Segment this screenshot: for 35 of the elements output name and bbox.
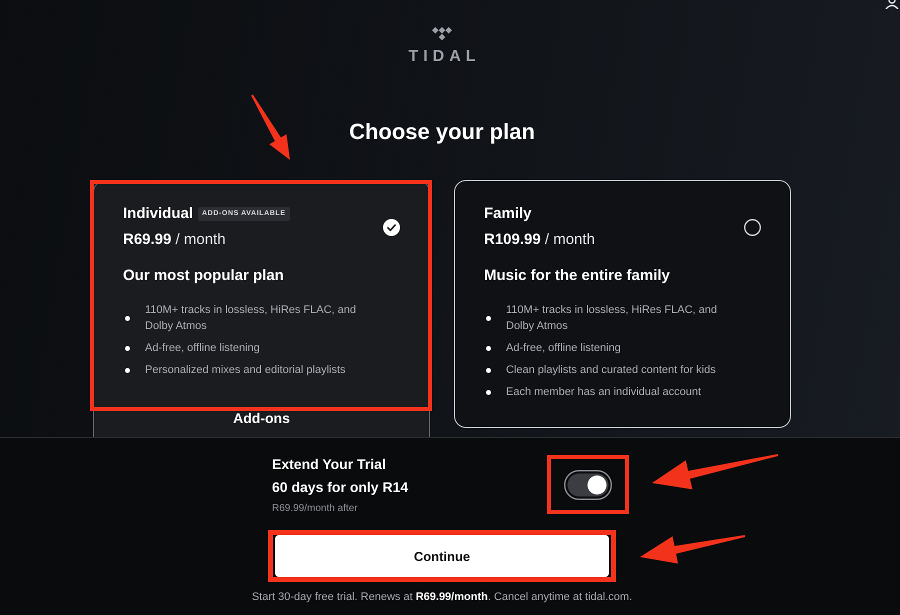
feature-text: Each member has an individual account [506,385,702,400]
trial-title: Extend Your Trial [272,455,387,474]
bullet-icon [486,368,491,373]
bullet-icon [125,346,130,351]
plan-name: Individual [123,204,194,224]
continue-button[interactable]: Continue [275,535,609,577]
section-heading: Add-ons [232,410,291,426]
plan-price: R109.99 / month [484,230,595,250]
bullet-icon [125,316,130,321]
plan-price: R69.99 / month [123,230,227,250]
diamond-logo-icon [432,27,452,40]
bullet-icon [486,316,491,321]
trial-subtitle: 60 days for only R14 [272,478,408,497]
trial-note: R69.99/month after [272,502,359,516]
plan-tagline: Music for the entire family [484,266,671,286]
bullet-icon [486,346,491,351]
annotation-arrow [251,94,290,160]
user-icon[interactable] [885,0,899,9]
feature-text: 110M+ tracks in lossless, HiRes FLAC, and Dolby Atmos [506,303,718,334]
toggle-switch[interactable] [564,470,612,500]
check-circle-icon[interactable] [383,218,400,236]
radio-circle-icon[interactable] [744,218,761,236]
feature-text: Ad-free, offline listening [506,341,621,356]
feature-text: Personalized mixes and editorial playlists [145,363,346,378]
footer-text: Start 30-day free trial. Renews at R69.99/month. Cancel anytime at tidal.com. [252,590,632,604]
feature-text: Clean playlists and curated content for kids [506,363,716,378]
logo-text: TIDAL [407,48,481,66]
page-title: Choose your plan [349,119,535,146]
bullet-icon [486,390,491,395]
plan-name: Family [484,204,532,224]
feature-text: 110M+ tracks in lossless, HiRes FLAC, and Dolby Atmos [145,303,358,334]
bullet-icon [125,368,130,373]
plan-tagline: Our most popular plan [123,266,285,286]
plan-card[interactable] [454,180,791,428]
feature-text: Ad-free, offline listening [145,341,260,356]
